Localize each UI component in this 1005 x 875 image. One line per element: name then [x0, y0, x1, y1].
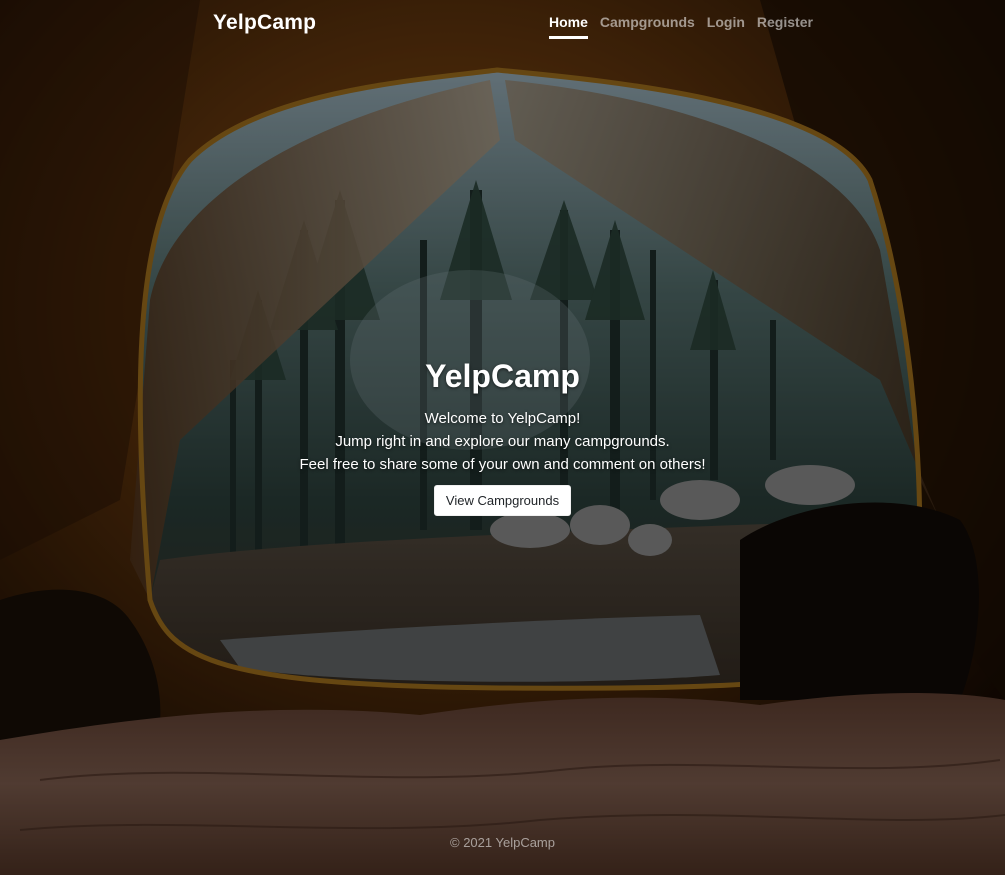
- nav-links: Home Campgrounds Login Register: [549, 14, 813, 39]
- nav-link-campgrounds[interactable]: Campgrounds: [600, 14, 695, 39]
- hero-content: YelpCamp Welcome to YelpCamp! Jump right…: [0, 355, 1005, 516]
- brand-logo[interactable]: YelpCamp: [213, 11, 316, 35]
- footer-copyright: © 2021 YelpCamp: [450, 835, 555, 850]
- footer: © 2021 YelpCamp: [0, 835, 1005, 850]
- nav-link-login[interactable]: Login: [707, 14, 745, 39]
- nav-link-register[interactable]: Register: [757, 14, 813, 39]
- hero-line-explore: Jump right in and explore our many campg…: [335, 433, 670, 450]
- nav-link-home[interactable]: Home: [549, 14, 588, 39]
- landing-page: YelpCamp Home Campgrounds Login Register…: [0, 0, 1005, 875]
- view-campgrounds-button[interactable]: View Campgrounds: [433, 485, 572, 516]
- hero-lead: Welcome to YelpCamp! Jump right in and e…: [0, 407, 1005, 476]
- hero-line-share: Feel free to share some of your own and …: [299, 456, 706, 473]
- hero-title: YelpCamp: [425, 358, 580, 394]
- hero-line-welcome: Welcome to YelpCamp!: [424, 410, 581, 427]
- top-navbar: YelpCamp Home Campgrounds Login Register: [0, 0, 1005, 50]
